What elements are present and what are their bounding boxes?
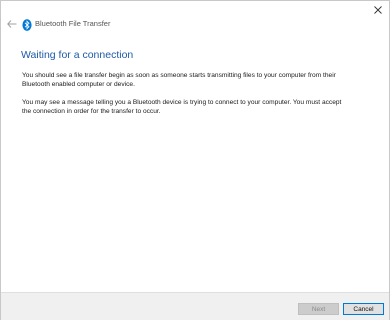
bluetooth-file-transfer-window: Bluetooth File Transfer Waiting for a co… [0,0,390,320]
close-button[interactable] [371,3,385,17]
title-bar: Bluetooth File Transfer [1,1,389,38]
window-title: Bluetooth File Transfer [35,19,111,28]
back-button[interactable] [4,18,20,30]
cancel-button[interactable]: Cancel [343,303,384,315]
next-button[interactable]: Next [298,303,339,315]
button-footer: Next Cancel [1,292,389,320]
back-arrow-icon [7,20,17,28]
close-icon [374,6,382,14]
page-heading: Waiting for a connection [21,49,134,61]
instruction-paragraph-2: You may see a message telling you a Blue… [22,99,342,115]
instruction-paragraph-1: You should see a file transfer begin as … [22,72,336,88]
bluetooth-icon [22,18,32,31]
content-area: Waiting for a connection You should see … [2,38,388,292]
